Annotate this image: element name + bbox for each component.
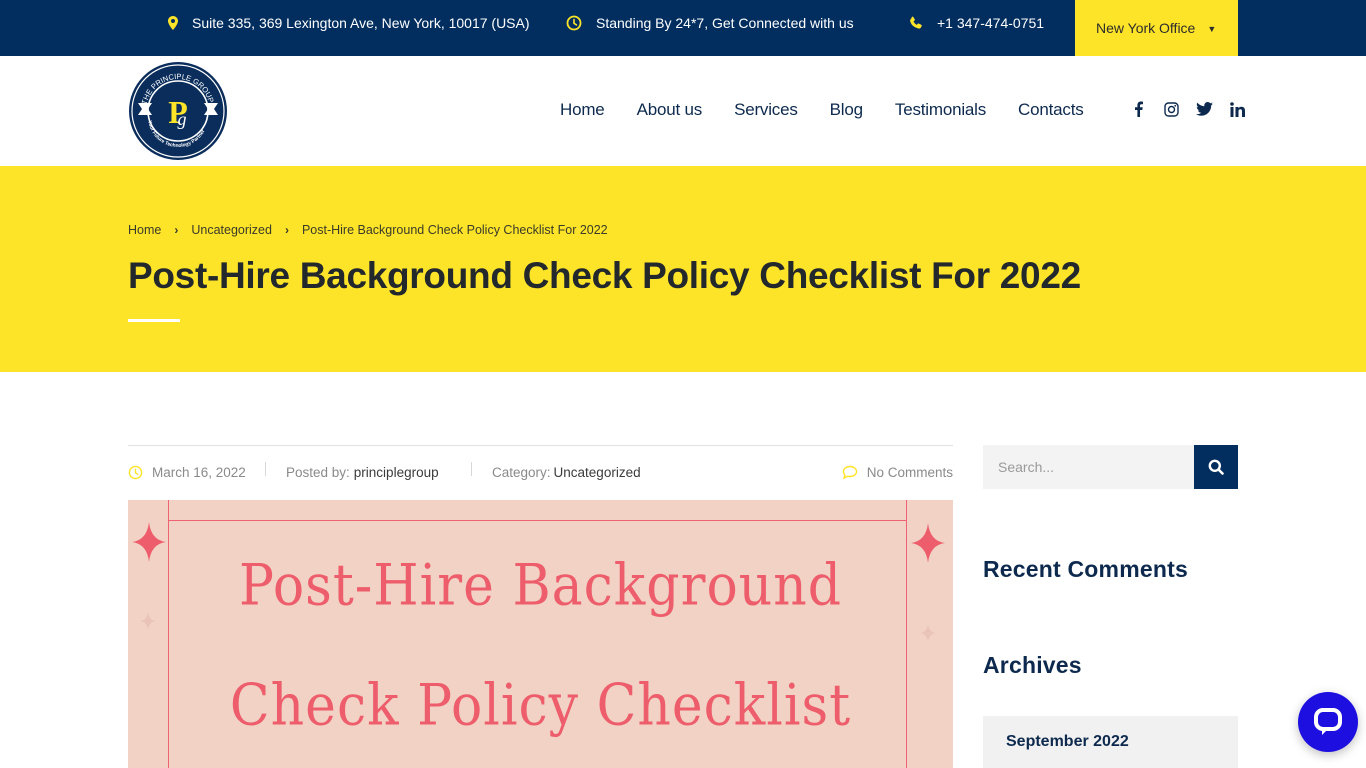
breadcrumb: Home › Uncategorized › Post-Hire Backgro… [128,223,608,237]
comment-icon [842,465,857,479]
availability-item: Standing By 24*7, Get Connected with us [566,0,854,46]
category-link[interactable]: Uncategorized [554,465,641,480]
logo[interactable]: THE PRINCIPLE GROUP Your Future Technolo… [128,61,228,161]
meta-separator [471,462,472,476]
main-nav: Home About us Services Blog Testimonials… [560,100,1116,120]
meta-separator [265,462,266,476]
meta-divider-line [128,445,953,446]
breadcrumb-home[interactable]: Home [128,223,161,237]
chevron-right-icon: › [174,223,179,237]
nav-about-us[interactable]: About us [637,100,703,120]
site-header: THE PRINCIPLE GROUP Your Future Technolo… [0,56,1366,166]
linkedin-icon[interactable] [1227,98,1247,120]
frame-line [168,520,907,521]
nav-home[interactable]: Home [560,100,605,120]
social-links [1128,98,1260,120]
author-link[interactable]: principlegroup [354,465,439,480]
featured-image-line-2: Check Policy Checklist [229,673,852,739]
chevron-right-icon: › [284,223,289,237]
post-category: Category: Uncategorized [492,462,641,482]
phone-text[interactable]: +1 347-474-0751 [937,15,1044,31]
page-hero: Home › Uncategorized › Post-Hire Backgro… [0,166,1366,372]
chat-bubble-icon [1314,708,1342,735]
posted-by-label: Posted by: [286,464,350,480]
archive-item[interactable]: September 2022 [983,716,1238,768]
availability-text: Standing By 24*7, Get Connected with us [596,15,854,31]
title-underline [128,319,180,322]
page-title: Post-Hire Background Check Policy Checkl… [128,255,1081,296]
post-author: Posted by: principlegroup [286,462,439,482]
address-text: Suite 335, 369 Lexington Ave, New York, … [192,15,530,31]
comments-count: No Comments [866,464,953,480]
facebook-icon[interactable] [1128,98,1148,120]
sparkle-icon [920,624,936,642]
phone-icon [910,16,922,29]
breadcrumb-current: Post-Hire Background Check Policy Checkl… [301,223,608,237]
office-select-value: New York Office [1096,20,1196,36]
caret-down-icon: ▼ [1207,24,1217,34]
map-pin-icon [168,16,178,30]
post-date: March 16, 2022 [128,462,246,482]
instagram-icon[interactable] [1161,98,1181,120]
post-date-text: March 16, 2022 [152,464,246,480]
principle-group-logo-icon: THE PRINCIPLE GROUP Your Future Technolo… [129,62,227,160]
nav-testimonials[interactable]: Testimonials [895,100,986,120]
post-comments[interactable]: No Comments [842,462,953,482]
clock-icon [566,15,582,31]
search-icon [1208,459,1224,475]
nav-contacts[interactable]: Contacts [1018,100,1084,120]
office-select[interactable]: New York Office ▼ [1075,0,1238,56]
chat-button[interactable] [1298,692,1358,752]
recent-comments-title: Recent Comments [983,556,1188,582]
top-bar: Suite 335, 369 Lexington Ave, New York, … [0,0,1366,56]
address-item: Suite 335, 369 Lexington Ave, New York, … [168,0,530,46]
archives-title: Archives [983,652,1082,678]
search-button[interactable] [1194,445,1238,489]
nav-services[interactable]: Services [734,100,798,120]
phone-item[interactable]: +1 347-474-0751 [909,0,1044,46]
featured-image-line-1: Post-Hire Background [238,553,843,619]
search-input[interactable] [983,445,1194,489]
nav-blog[interactable]: Blog [830,100,863,120]
post-meta: March 16, 2022 Posted by: principlegroup… [128,462,953,482]
clock-icon [128,465,143,479]
featured-image[interactable]: Post-Hire Background Check Policy Checkl… [128,500,953,768]
twitter-icon[interactable] [1194,98,1214,120]
category-label: Category: [492,464,551,480]
svg-text:g: g [178,109,187,129]
breadcrumb-category[interactable]: Uncategorized [191,223,272,237]
